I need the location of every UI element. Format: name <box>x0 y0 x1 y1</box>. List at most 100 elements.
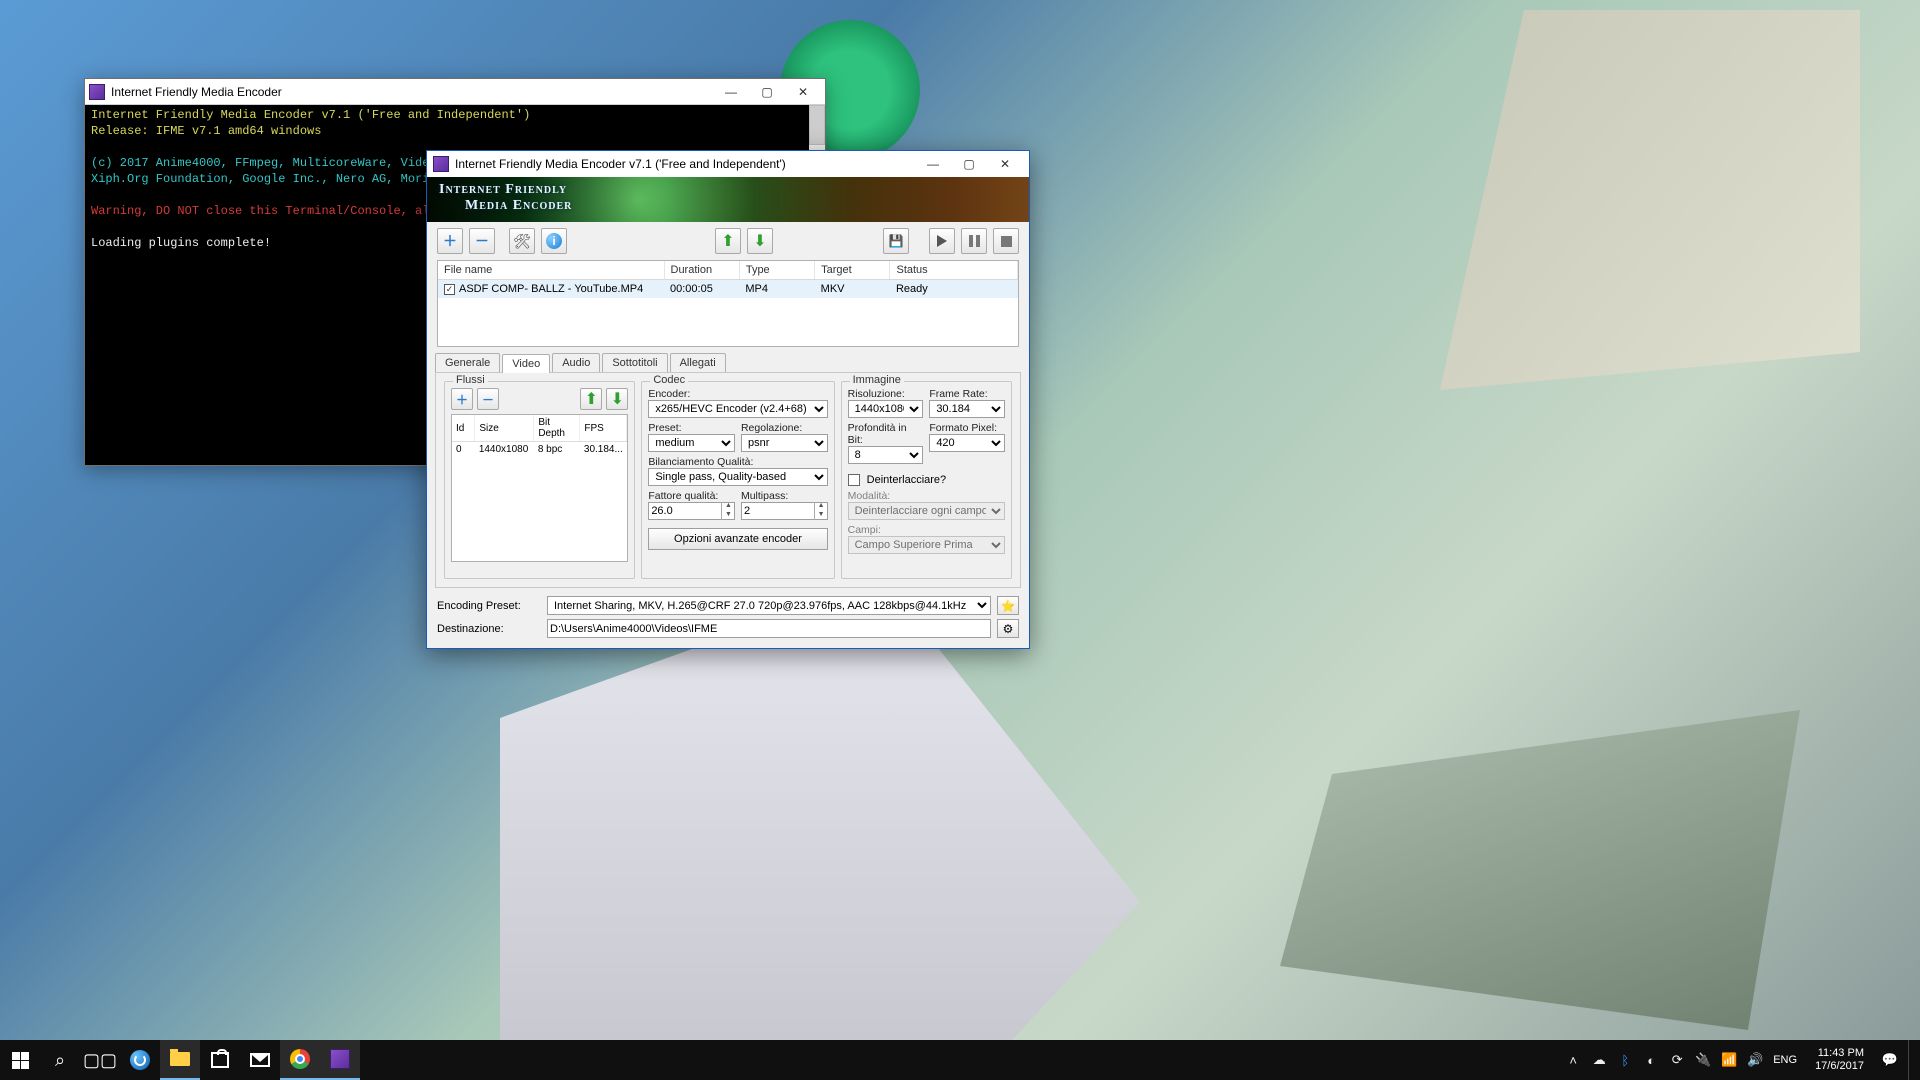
stream-move-up-button[interactable]: ⬆ <box>580 388 602 410</box>
col-target[interactable]: Target <box>815 261 890 280</box>
console-titlebar[interactable]: Internet Friendly Media Encoder — ▢ ✕ <box>85 79 825 105</box>
file-list-empty-area[interactable] <box>438 298 1018 346</box>
pause-button[interactable] <box>961 228 987 254</box>
taskbar-edge[interactable] <box>120 1040 160 1080</box>
app-close-button[interactable]: ✕ <box>987 153 1023 175</box>
deinterlace-checkbox[interactable] <box>848 474 860 486</box>
taskbar-clock[interactable]: 11:43 PM 17/6/2017 <box>1807 1047 1872 1073</box>
col-duration[interactable]: Duration <box>664 261 739 280</box>
app-banner: Internet Friendly Media Encoder <box>427 177 1029 222</box>
tray-chevron-up[interactable]: ˄ <box>1565 1052 1581 1068</box>
console-close-button[interactable]: ✕ <box>785 81 821 103</box>
file-row-checkbox[interactable]: ✓ <box>444 284 455 295</box>
tab-generale[interactable]: Generale <box>435 353 500 372</box>
add-file-button[interactable]: ＋ <box>437 228 463 254</box>
console-scrollbar-thumb[interactable] <box>809 105 825 145</box>
action-center-button[interactable]: 💬 <box>1882 1052 1898 1068</box>
file-name: ASDF COMP- BALLZ - YouTube.MP4 <box>459 283 643 295</box>
stream-remove-button[interactable]: － <box>477 388 499 410</box>
tray-network-icon[interactable]: 📶 <box>1721 1052 1737 1068</box>
console-minimize-button[interactable]: — <box>713 81 749 103</box>
streams-group: Flussi ＋ － ⬆ ⬇ Id Size Bit Depth FPS <box>444 381 635 579</box>
file-queue-list[interactable]: File name Duration Type Target Status ✓ A… <box>437 260 1019 347</box>
file-type: MP4 <box>739 280 814 299</box>
stream-col-size[interactable]: Size <box>475 415 534 442</box>
destination-input[interactable] <box>547 619 991 638</box>
deint-field-label: Campi: <box>848 524 1005 536</box>
col-type[interactable]: Type <box>739 261 814 280</box>
stream-add-button[interactable]: ＋ <box>451 388 473 410</box>
app-titlebar[interactable]: Internet Friendly Media Encoder v7.1 ('F… <box>427 151 1029 177</box>
app-maximize-button[interactable]: ▢ <box>951 153 987 175</box>
tray-bluetooth-icon[interactable]: ᛒ <box>1617 1052 1633 1068</box>
app-icon <box>433 156 449 172</box>
tab-allegati[interactable]: Allegati <box>670 353 726 372</box>
stop-button[interactable] <box>993 228 1019 254</box>
tab-video[interactable]: Video <box>502 354 550 373</box>
arrow-down-icon: ⬇ <box>753 231 766 251</box>
about-button[interactable]: i <box>541 228 567 254</box>
console-title: Internet Friendly Media Encoder <box>111 85 282 99</box>
move-down-button[interactable]: ⬇ <box>747 228 773 254</box>
move-up-button[interactable]: ⬆ <box>715 228 741 254</box>
tab-sottotitoli[interactable]: Sottotitoli <box>602 353 667 372</box>
encoding-preset-select[interactable]: Internet Sharing, MKV, H.265@CRF 27.0 72… <box>547 596 991 615</box>
console-maximize-button[interactable]: ▢ <box>749 81 785 103</box>
streams-table[interactable]: Id Size Bit Depth FPS 0 1440x1080 8 bpc … <box>451 414 628 562</box>
windows-logo-icon <box>12 1052 29 1069</box>
tray-app-icon[interactable]: ◐ <box>1643 1052 1659 1068</box>
tray-volume-icon[interactable]: 🔊 <box>1747 1052 1763 1068</box>
preset-label: Preset: <box>648 422 735 434</box>
taskbar-date: 17/6/2017 <box>1815 1060 1864 1073</box>
tab-audio[interactable]: Audio <box>552 353 600 372</box>
framerate-select[interactable]: 30.184 <box>929 400 1005 418</box>
folder-icon <box>170 1052 190 1066</box>
taskbar-ifme[interactable] <box>320 1040 360 1080</box>
save-icon: 💾 <box>889 234 904 248</box>
quality-factor-spinner[interactable]: ▲▼ <box>721 502 735 520</box>
pixelformat-label: Formato Pixel: <box>929 422 1005 434</box>
quality-factor-label: Fattore qualità: <box>648 490 735 502</box>
quality-balance-label: Bilanciamento Qualità: <box>648 456 827 468</box>
pixelformat-select[interactable]: 420 <box>929 434 1005 452</box>
stream-row[interactable]: 0 1440x1080 8 bpc 30.184... <box>452 442 627 458</box>
settings-button[interactable]: 🛠 <box>509 228 535 254</box>
save-queue-button[interactable]: 💾 <box>883 228 909 254</box>
preset-favorite-button[interactable]: ⭐ <box>997 596 1019 615</box>
tray-onedrive-icon[interactable]: ☁ <box>1591 1052 1607 1068</box>
app-minimize-button[interactable]: — <box>915 153 951 175</box>
col-filename[interactable]: File name <box>438 261 664 280</box>
taskbar-store[interactable] <box>200 1040 240 1080</box>
quality-balance-select[interactable]: Single pass, Quality-based <box>648 468 827 486</box>
stream-col-fps[interactable]: FPS <box>580 415 627 442</box>
task-view-button[interactable]: ▢▢ <box>80 1040 120 1080</box>
taskbar-search-button[interactable]: ⌕ <box>40 1040 80 1080</box>
show-desktop-button[interactable] <box>1908 1040 1914 1080</box>
preset-select[interactable]: medium <box>648 434 735 452</box>
resolution-label: Risoluzione: <box>848 388 924 400</box>
advanced-encoder-button[interactable]: Opzioni avanzate encoder <box>648 528 827 550</box>
destination-browse-button[interactable]: ⚙ <box>997 619 1019 638</box>
stream-move-down-button[interactable]: ⬇ <box>606 388 628 410</box>
remove-file-button[interactable]: － <box>469 228 495 254</box>
stream-col-id[interactable]: Id <box>452 415 475 442</box>
taskbar-explorer[interactable] <box>160 1040 200 1080</box>
tray-sync-icon[interactable]: ⟳ <box>1669 1052 1685 1068</box>
start-button[interactable] <box>929 228 955 254</box>
encoder-select[interactable]: x265/HEVC Encoder (v2.4+68) <box>648 400 827 418</box>
stream-col-bitdepth[interactable]: Bit Depth <box>534 415 580 442</box>
col-status[interactable]: Status <box>890 261 1018 280</box>
tray-language[interactable]: ENG <box>1773 1054 1797 1066</box>
codec-legend: Codec <box>650 374 688 386</box>
play-icon <box>937 235 947 247</box>
destination-label: Destinazione: <box>437 623 541 635</box>
multipass-spinner[interactable]: ▲▼ <box>814 502 828 520</box>
file-row[interactable]: ✓ASDF COMP- BALLZ - YouTube.MP4 00:00:05… <box>438 280 1018 299</box>
taskbar-chrome[interactable] <box>280 1040 320 1080</box>
bitdepth-select[interactable]: 8 <box>848 446 924 464</box>
tune-select[interactable]: psnr <box>741 434 828 452</box>
resolution-select[interactable]: 1440x1080 <box>848 400 924 418</box>
start-button[interactable] <box>0 1040 40 1080</box>
tray-power-icon[interactable]: 🔌 <box>1695 1052 1711 1068</box>
taskbar-mail[interactable] <box>240 1040 280 1080</box>
